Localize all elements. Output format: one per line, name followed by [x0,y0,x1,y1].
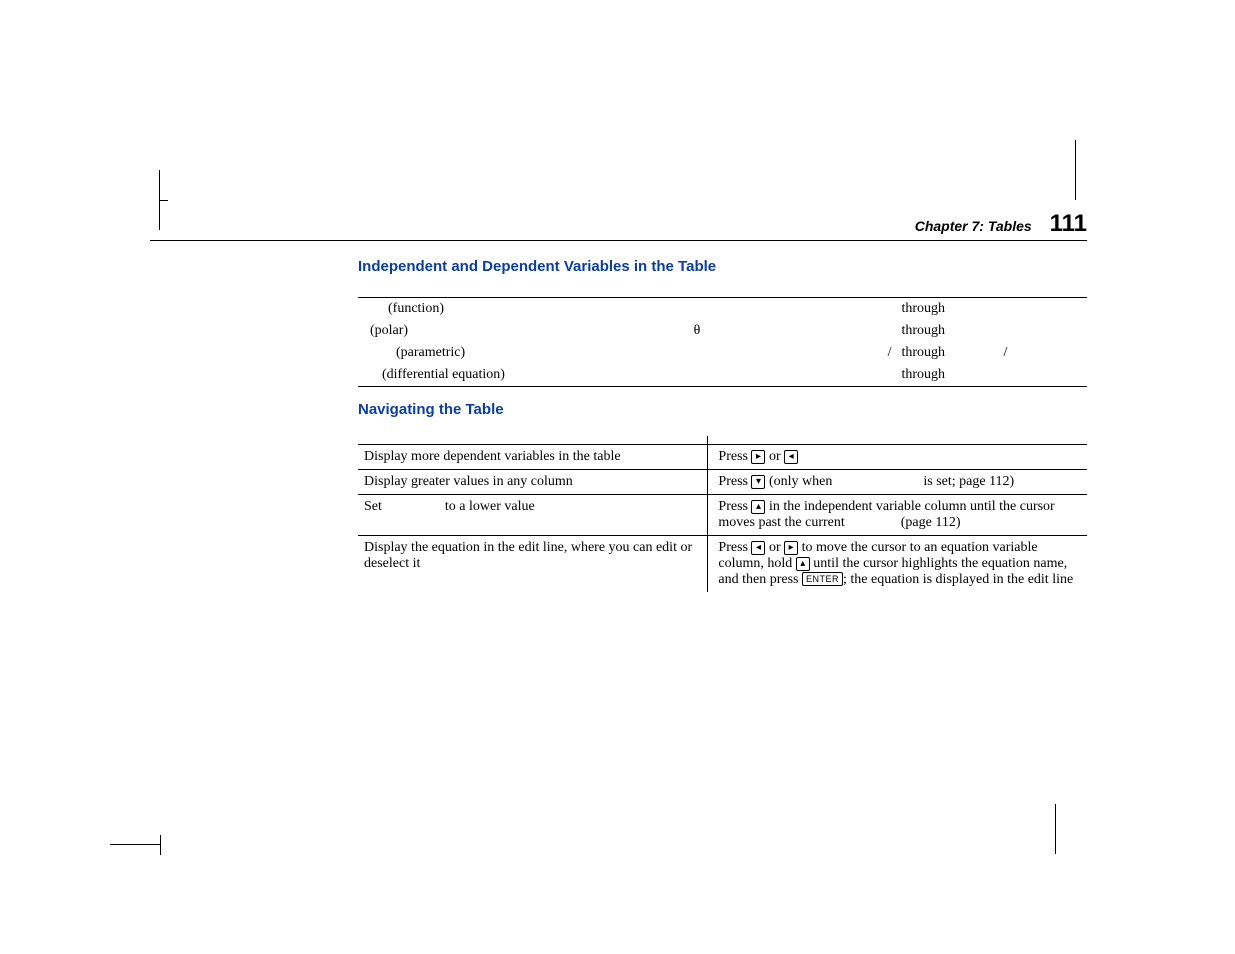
variables-table: (function) through (polar) θ through (pa… [358,297,1087,387]
action-cell: Display greater values in any column [358,470,708,495]
blank-term: xxxxxxx [848,515,897,530]
text: Press [718,499,751,514]
table-row: (polar) θ through [358,320,1087,342]
cell-dep-left [752,320,898,342]
header-cell [358,436,708,445]
cell-mode: (function) [358,298,642,321]
text: Set [364,499,385,514]
text: is set; page 112) [920,474,1014,489]
section-heading: Independent and Dependent Variables in t… [358,258,1087,275]
header-rule [150,240,1087,241]
blank-term: xxxxxxxx [385,499,441,514]
instruction-cell: Press ▴ in the independent variable colu… [708,495,1087,536]
cell-mode: (parametric) [358,342,642,364]
text: Press [718,449,751,464]
cell-mode: (differential equation) [358,364,642,387]
cell-dep-right [1000,298,1088,321]
text: or [765,449,784,464]
right-arrow-key-icon: ▸ [784,541,798,555]
text: (page 112) [897,515,960,530]
table-row: (parametric) / through / [358,342,1087,364]
table-row: Set xxxxxxxx to a lower value Press ▴ in… [358,495,1087,536]
text: or [765,540,784,555]
action-cell: Set xxxxxxxx to a lower value [358,495,708,536]
cell-dep-right [1000,320,1088,342]
table-row: Display greater values in any column Pre… [358,470,1087,495]
page-number: 111 [1050,210,1087,237]
cell-ind: θ [642,320,751,342]
left-arrow-key-icon: ◂ [751,541,765,555]
cell-mode: (polar) [358,320,642,342]
content-area: Independent and Dependent Variables in t… [358,258,1087,592]
cell-dep-left: / [752,342,898,364]
cell-dep-right [1000,364,1088,387]
navigation-table: Display more dependent variables in the … [358,436,1087,592]
text: ; the equation is displayed in the edit … [843,572,1073,587]
cell-through: through [897,298,999,321]
text: to a lower value [441,499,534,514]
blank-term: xxxxxxxxxxxx [836,474,920,489]
cell-ind [642,364,751,387]
cell-ind [642,342,751,364]
cell-ind [642,298,751,321]
down-arrow-key-icon: ▾ [751,475,765,489]
section-heading: Navigating the Table [358,401,1087,418]
right-arrow-key-icon: ▸ [751,450,765,464]
cell-dep-left [752,298,898,321]
action-cell: Display more dependent variables in the … [358,445,708,470]
table-row: (function) through [358,298,1087,321]
enter-key-icon: ENTER [802,572,843,586]
instruction-cell: Press ▾ (only when xxxxxxxxxxxx is set; … [708,470,1087,495]
crop-mark [1055,804,1065,854]
chapter-title: Chapter 7: Tables [915,218,1032,234]
text: (only when [765,474,835,489]
table-row: (differential equation) through [358,364,1087,387]
header-cell [708,436,1087,445]
instruction-cell: Press ◂ or ▸ to move the cursor to an eq… [708,536,1087,593]
table-row: Display more dependent variables in the … [358,445,1087,470]
cell-through: through [897,364,999,387]
text: Press [718,540,751,555]
table-row: Display the equation in the edit line, w… [358,536,1087,593]
instruction-cell: Press ▸ or ◂ [708,445,1087,470]
table-header-row [358,436,1087,445]
up-arrow-key-icon: ▴ [796,557,810,571]
action-cell: Display the equation in the edit line, w… [358,536,708,593]
page: Chapter 7: Tables 111 Independent and De… [0,0,1235,954]
left-arrow-key-icon: ◂ [784,450,798,464]
running-header: Chapter 7: Tables 111 [0,210,1087,238]
crop-mark [1075,140,1085,200]
up-arrow-key-icon: ▴ [751,500,765,514]
crop-mark [110,844,160,854]
cell-through: through [897,342,999,364]
cell-through: through [897,320,999,342]
cell-dep-right: / [1000,342,1088,364]
cell-dep-left [752,364,898,387]
text: Press [718,474,751,489]
